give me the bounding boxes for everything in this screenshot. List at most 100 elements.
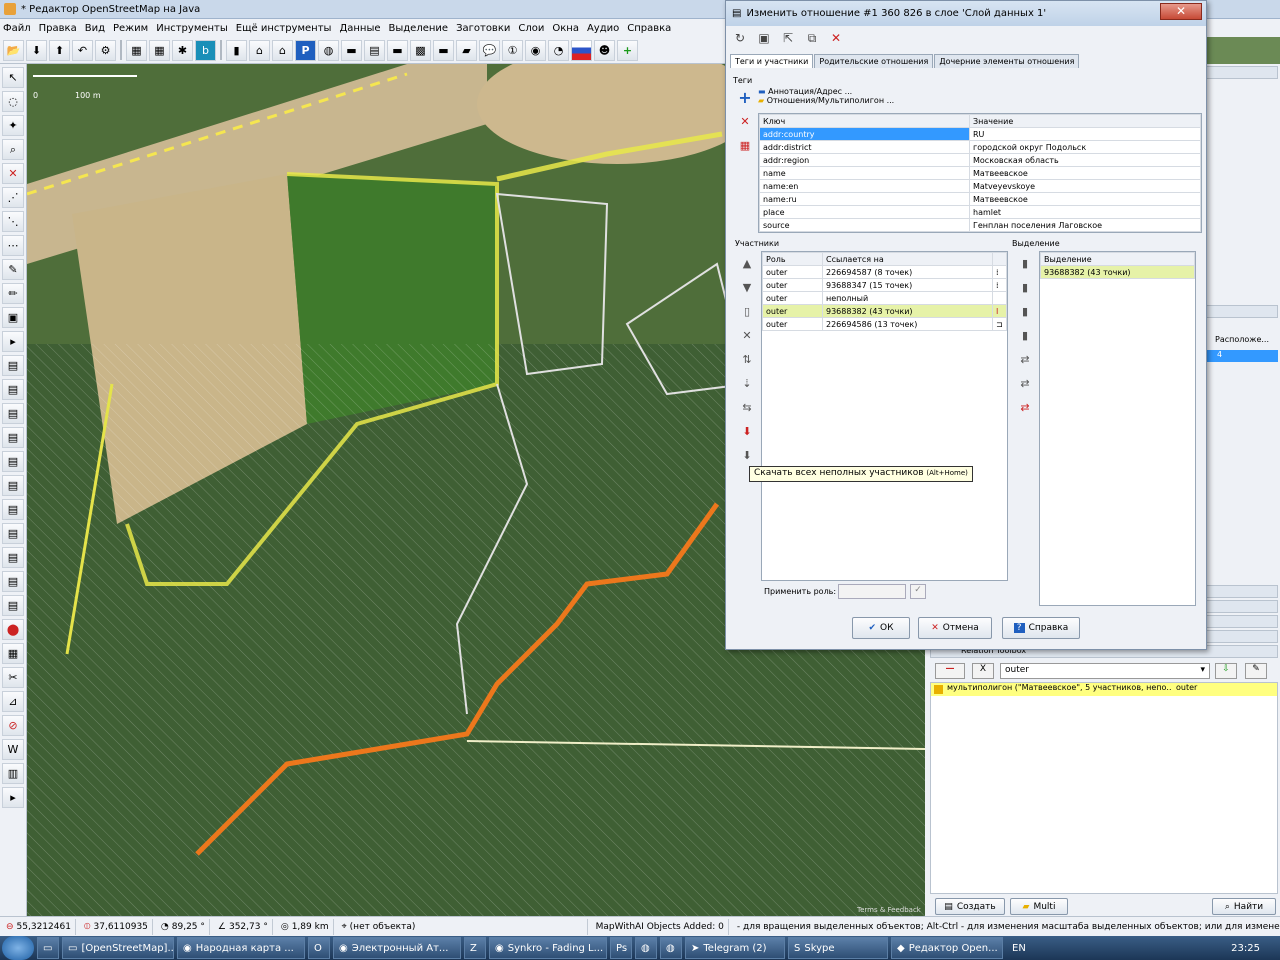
wikipedia-icon[interactable]: W: [2, 739, 24, 760]
tag-key-cell[interactable]: name:ru: [759, 192, 970, 206]
menu-file[interactable]: Файл: [3, 23, 31, 34]
selection-row[interactable]: 93688382 (43 точки): [1040, 265, 1195, 279]
whatsapp-taskbar-icon[interactable]: ◍: [635, 937, 657, 959]
menu-edit[interactable]: Правка: [39, 23, 77, 34]
opera-taskbar-icon[interactable]: O: [308, 937, 330, 959]
ok-button[interactable]: ✔ ОК: [852, 617, 910, 639]
tag-value-cell[interactable]: RU: [969, 127, 1201, 141]
flag-ru-icon[interactable]: [571, 39, 592, 61]
bus-stop-icon[interactable]: ▤: [364, 39, 385, 61]
tag-row[interactable]: addr:country RU: [759, 127, 1201, 141]
taskbar-item-player[interactable]: ◉ Synkro - Fading L...: [489, 937, 607, 959]
clear-button[interactable]: X: [972, 663, 994, 679]
members-header-ref[interactable]: Ссылается на: [822, 252, 993, 266]
undo-icon[interactable]: ↶: [72, 39, 93, 61]
preferences-icon[interactable]: ⚙: [95, 39, 116, 61]
filezilla-taskbar-icon[interactable]: Z: [464, 937, 486, 959]
add-selected-first-icon[interactable]: ▮: [1015, 253, 1035, 273]
author-panel-icon[interactable]: ▤: [2, 571, 24, 592]
conflict-panel-icon[interactable]: ▤: [2, 475, 24, 496]
member-row[interactable]: outer неполный: [762, 291, 1007, 305]
house-icon[interactable]: ⌂: [272, 39, 293, 61]
traffic-light-icon[interactable]: ◍: [318, 39, 339, 61]
cancel-button[interactable]: ✕ Отмена: [918, 617, 992, 639]
photoshop-taskbar-icon[interactable]: Ps: [610, 937, 632, 959]
preset-multipolygon-link[interactable]: ▰ Отношения/Мультиполигон ...: [758, 96, 894, 105]
car-icon[interactable]: ▰: [456, 39, 477, 61]
tab-parent-relations[interactable]: Родительские отношения: [814, 54, 934, 68]
measure-icon[interactable]: ⊿: [2, 691, 24, 712]
multi-button[interactable]: ▰ Multi: [1010, 898, 1068, 915]
open-file-icon[interactable]: 📂: [3, 39, 24, 61]
barcode-icon[interactable]: ▥: [2, 763, 24, 784]
validation-panel-icon[interactable]: ▤: [2, 499, 24, 520]
tag-value-cell[interactable]: Генплан поселения Лаговское: [969, 218, 1201, 232]
delete-relation-icon[interactable]: ✕: [826, 28, 846, 48]
validator-icon[interactable]: ✱: [172, 39, 193, 61]
member-role[interactable]: outer: [762, 265, 823, 279]
tag-row[interactable]: name:ru Матвеевское: [759, 192, 1201, 206]
layers-panel-icon[interactable]: ▤: [2, 355, 24, 376]
tab-tags-members[interactable]: Теги и участники: [730, 54, 814, 68]
member-ref[interactable]: неполный: [822, 291, 993, 305]
history-panel-icon[interactable]: ▤: [2, 547, 24, 568]
tags-header-value[interactable]: Значение: [969, 114, 1201, 128]
download-icon[interactable]: ⬇: [26, 39, 47, 61]
imagery-icon[interactable]: ▦: [126, 39, 147, 61]
tag-value-cell[interactable]: Матвеевское: [969, 166, 1201, 180]
move-down-icon[interactable]: ▼: [737, 277, 757, 297]
duplicate-relation-icon[interactable]: ⧉: [802, 28, 822, 48]
building-icon[interactable]: ⌂: [249, 39, 270, 61]
tag-value-cell[interactable]: Matveyevskoye: [969, 179, 1201, 193]
remove-selected-icon[interactable]: ⇄: [1015, 373, 1035, 393]
select-tool-icon[interactable]: ↖: [2, 67, 24, 88]
member-ref[interactable]: 93688347 (15 точек): [822, 278, 993, 292]
imagery-icon-2[interactable]: ▦: [149, 39, 170, 61]
map-paint-icon[interactable]: ▤: [2, 427, 24, 448]
taskbar-item-chrome[interactable]: ◉ Электронный Ат...: [333, 937, 461, 959]
taskbar-item-osm[interactable]: ▭ [OpenStreetMap]...: [62, 937, 174, 959]
delete-icon[interactable]: ✕: [2, 163, 24, 184]
member-role[interactable]: outer: [762, 291, 823, 305]
tag-panel-icon[interactable]: ▤: [2, 595, 24, 616]
selection-item[interactable]: 93688382 (43 точки): [1040, 265, 1195, 279]
tag-key-cell[interactable]: name: [759, 166, 970, 180]
tag-row[interactable]: addr:district городской округ Подольск: [759, 140, 1201, 154]
download-selected-icon[interactable]: ⬇: [737, 445, 757, 465]
tag-value-cell[interactable]: городской округ Подольск: [969, 140, 1201, 154]
relation-list[interactable]: мультиполигон ("Матвеевское", 5 участник…: [930, 682, 1278, 894]
menu-more-tools[interactable]: Ещё инструменты: [236, 23, 332, 34]
tag-value-cell[interactable]: Московская область: [969, 153, 1201, 167]
taskbar-item-firefox[interactable]: ◉ Народная карта ...: [177, 937, 305, 959]
paste-tags-icon[interactable]: ▦: [735, 135, 755, 155]
edit-member-icon[interactable]: ▯: [737, 301, 757, 321]
stop-icon[interactable]: ⊘: [2, 715, 24, 736]
clock-icon[interactable]: ◔: [548, 39, 569, 61]
remove-member-icon[interactable]: ✕: [737, 325, 757, 345]
app-taskbar-icon[interactable]: ◍: [660, 937, 682, 959]
selection-header[interactable]: Выделение: [1040, 252, 1195, 266]
menu-layers[interactable]: Слои: [518, 23, 544, 34]
menu-audio[interactable]: Аудио: [587, 23, 619, 34]
remove-relation-button[interactable]: —: [935, 663, 965, 679]
add-selected-last-icon[interactable]: ▮: [1015, 325, 1035, 345]
language-indicator[interactable]: EN: [1012, 943, 1026, 954]
help-button[interactable]: ? Справка: [1002, 617, 1080, 639]
select-relation-icon[interactable]: ⇱: [778, 28, 798, 48]
members-table[interactable]: Роль Ссылается на outer 226694587 (8 точе…: [761, 251, 1008, 581]
attribution[interactable]: Terms & Feedback: [856, 906, 922, 914]
remove-members-icon[interactable]: ⇄: [1015, 397, 1035, 417]
save-icon[interactable]: ▣: [754, 28, 774, 48]
tag-row[interactable]: name:en Matveyevskoye: [759, 179, 1201, 193]
draw-nodes-icon[interactable]: ✦: [2, 115, 24, 136]
wall-icon[interactable]: ▬: [341, 39, 362, 61]
menu-windows[interactable]: Окна: [552, 23, 579, 34]
delete-tag-icon[interactable]: ✕: [735, 111, 755, 131]
tag-key-cell[interactable]: name:en: [759, 179, 970, 193]
preset-icon[interactable]: ▮: [226, 39, 247, 61]
menu-presets[interactable]: Заготовки: [456, 23, 510, 34]
tag-key-cell[interactable]: addr:country: [759, 127, 970, 141]
menu-mode[interactable]: Режим: [113, 23, 148, 34]
upload-icon[interactable]: ⬆: [49, 39, 70, 61]
sort-down-icon[interactable]: ⇣: [737, 373, 757, 393]
